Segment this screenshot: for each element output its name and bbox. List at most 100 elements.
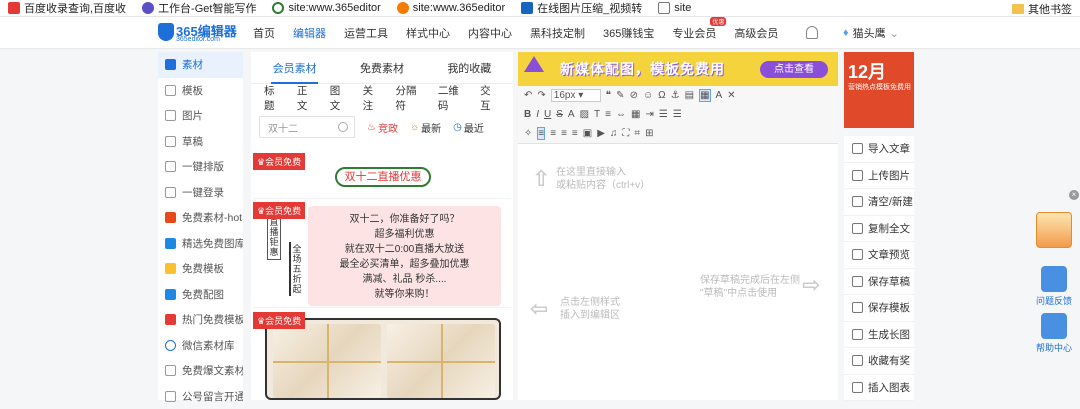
sidebar-item-template[interactable]: 模板 <box>158 78 243 104</box>
paste-text-icon[interactable]: ▤ <box>685 90 694 101</box>
nav-earn[interactable]: 365赚钱宝 <box>603 25 654 41</box>
nav-style-center[interactable]: 样式中心 <box>406 25 450 41</box>
category-qrcode[interactable]: 二维码 <box>438 83 466 113</box>
bookmark-item[interactable]: site <box>650 2 699 14</box>
music-icon[interactable]: ♫ <box>610 128 618 139</box>
translate-icon[interactable]: A <box>716 90 723 101</box>
template-card[interactable]: ♛会员免费 直播钜惠 全场五折起 双十二，你准备好了吗？ 超多福利优惠 就在双十… <box>253 202 511 308</box>
favorite-prize-button[interactable]: 收藏有奖 <box>844 348 914 375</box>
user-menu[interactable]: ♦ 猫头鹰 ⌄ <box>843 25 899 41</box>
align-left-icon[interactable]: ≡ <box>537 127 545 140</box>
font-size-select[interactable]: 16px ▾ <box>551 89 601 102</box>
bookmark-item[interactable]: site:www.365editor <box>389 2 513 14</box>
close-icon[interactable]: × <box>1069 190 1079 200</box>
nav-home[interactable]: 首页 <box>253 25 275 41</box>
sidebar-item-image[interactable]: 图片 <box>158 103 243 129</box>
align-center-icon[interactable]: ≡ <box>550 128 556 139</box>
bg-color-icon[interactable]: ▨ <box>580 109 589 120</box>
bookmark-item[interactable]: 百度收录查询,百度收 <box>0 0 134 16</box>
link-icon[interactable]: ⊘ <box>630 90 638 101</box>
site-logo[interactable]: 365编辑器 365editor.com <box>158 21 238 45</box>
category-follow[interactable]: 关注 <box>363 83 382 113</box>
align-justify-icon[interactable]: ≡ <box>572 128 578 139</box>
import-article-button[interactable]: 导入文章 <box>844 136 914 163</box>
sidebar-item-hot-template[interactable]: 热门免费模板 <box>158 307 243 333</box>
sidebar-item-layout[interactable]: 一键排版 <box>158 154 243 180</box>
tab-vip-material[interactable]: 会员素材 <box>251 52 338 83</box>
video-icon[interactable]: ▶ <box>597 128 605 139</box>
clear-format-icon[interactable]: ✕ <box>727 90 735 101</box>
bold-icon[interactable]: B <box>524 109 531 120</box>
letter-spacing-icon[interactable]: ⇔ <box>616 109 626 120</box>
preview-button[interactable]: 文章预览 <box>844 242 914 269</box>
new-feature-widget[interactable] <box>1032 212 1076 250</box>
bookmark-item[interactable]: 工作台-Get智能写作 <box>134 0 264 16</box>
sidebar-item-gallery[interactable]: 精选免费图库 <box>158 231 243 257</box>
list-bullet-icon[interactable]: ☰ <box>673 109 682 120</box>
search-icon[interactable] <box>338 122 348 132</box>
anchor-icon[interactable]: ⚓ <box>671 90 680 101</box>
nav-editor[interactable]: 编辑器 <box>293 25 326 41</box>
format-painter-icon[interactable]: ✎ <box>616 90 624 101</box>
save-template-button[interactable]: 保存模板 <box>844 295 914 322</box>
search-input[interactable]: 双十二 <box>259 116 355 138</box>
strike-icon[interactable]: S <box>556 109 563 120</box>
template-card[interactable]: ♛会员免费 双十二直播优惠 <box>253 153 511 199</box>
filter-recent[interactable]: ◷最近 <box>453 120 484 135</box>
emoji-icon[interactable]: ☺ <box>643 90 653 101</box>
paste-format-icon[interactable]: ▦ <box>699 89 710 102</box>
clear-new-button[interactable]: 清空/新建 <box>844 189 914 216</box>
font-color-icon[interactable]: A <box>568 109 575 120</box>
sidebar-item-material[interactable]: 素材 <box>158 52 243 78</box>
sidebar-item-viral[interactable]: 免费爆文素材 <box>158 358 243 384</box>
sidebar-item-free-hot[interactable]: 免费素材-hot <box>158 205 243 231</box>
category-interactive[interactable]: 交互 <box>480 83 499 113</box>
banner-view-button[interactable]: 点击查看 <box>760 61 828 78</box>
fullscreen-icon[interactable]: ⛶ <box>622 128 629 139</box>
category-image-text[interactable]: 图文 <box>330 83 349 113</box>
december-promo-banner[interactable]: 12月 营销热点模板免费用 <box>844 52 914 128</box>
underline-icon[interactable]: U <box>544 109 551 120</box>
crop-icon[interactable]: ⌗ <box>634 128 640 139</box>
sidebar-item-free-template[interactable]: 免费模板 <box>158 256 243 282</box>
tab-free-material[interactable]: 免费素材 <box>338 52 425 83</box>
copy-all-button[interactable]: 复制全文 <box>844 216 914 243</box>
sidebar-item-free-pic[interactable]: 免费配图 <box>158 282 243 308</box>
font-family-icon[interactable]: T <box>594 109 600 120</box>
nav-pro-member[interactable]: 专业会员优惠 <box>672 25 716 41</box>
category-divider[interactable]: 分隔符 <box>396 83 424 113</box>
category-title[interactable]: 标题 <box>264 83 283 113</box>
insert-chart-button[interactable]: 插入图表 <box>844 375 914 402</box>
indent-icon[interactable]: ⇥ <box>645 109 653 120</box>
template-card[interactable]: ♛会员免费 <box>253 312 511 400</box>
list-ordered-icon[interactable]: ☰ <box>659 109 668 120</box>
other-bookmarks[interactable]: 其他书签 <box>1006 0 1072 17</box>
nav-ops-tools[interactable]: 运营工具 <box>344 25 388 41</box>
italic-icon[interactable]: I <box>536 109 539 120</box>
editor-canvas[interactable]: ⇧ 在这里直接输入 或粘贴内容（ctrl+v） ⇦ 点击左侧样式 插入到编辑区 … <box>518 144 838 400</box>
save-draft-button[interactable]: 保存草稿 <box>844 269 914 296</box>
sidebar-item-wechat[interactable]: 微信素材库 <box>158 333 243 359</box>
align-right-icon[interactable]: ≡ <box>561 128 567 139</box>
help-widget[interactable]: 帮助中心 <box>1032 313 1076 354</box>
redo-icon[interactable]: ↷ <box>537 90 545 101</box>
category-body[interactable]: 正文 <box>297 83 316 113</box>
tab-favorites[interactable]: 我的收藏 <box>426 52 513 83</box>
filter-hot[interactable]: ♨竞政 <box>367 120 398 135</box>
bell-icon[interactable] <box>806 26 818 39</box>
image-insert-icon[interactable]: ▣ <box>583 128 592 139</box>
long-image-button[interactable]: 生成长图 <box>844 322 914 349</box>
special-char-icon[interactable]: Ω <box>658 90 665 101</box>
sidebar-item-login[interactable]: 一键登录 <box>158 180 243 206</box>
bookmark-item[interactable]: site:www.365editor <box>264 2 388 14</box>
upload-image-button[interactable]: 上传图片 <box>844 163 914 190</box>
line-height-icon[interactable]: ≡ <box>605 109 611 120</box>
nav-senior-member[interactable]: 高级会员 <box>734 25 778 41</box>
nav-content-center[interactable]: 内容中心 <box>468 25 512 41</box>
editor-ad-banner[interactable]: 新媒体配图，模板免费用 点击查看 <box>518 52 838 86</box>
table-icon[interactable]: ▦ <box>631 109 640 120</box>
sidebar-item-comment[interactable]: 公号留言开通 <box>158 384 243 409</box>
nav-custom[interactable]: 黑科技定制 <box>530 25 585 41</box>
grid-icon[interactable]: ⊞ <box>645 128 653 139</box>
feedback-widget[interactable]: 问题反馈 <box>1032 266 1076 307</box>
